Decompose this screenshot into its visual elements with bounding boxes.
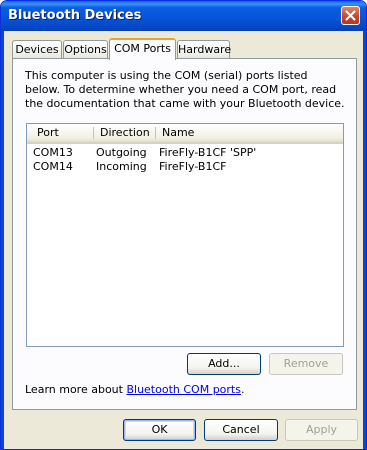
bluetooth-devices-dialog: Bluetooth Devices Devices Options COM Po… <box>0 0 367 450</box>
list-header: Port Direction Name <box>27 124 343 144</box>
learn-more-prefix: Learn more about <box>25 383 127 396</box>
list-row[interactable]: COM13 Outgoing FireFly-B1CF 'SPP' <box>27 146 343 160</box>
row-name: FireFly-B1CF 'SPP' <box>159 146 257 159</box>
tab-devices[interactable]: Devices <box>12 40 62 58</box>
tab-com-ports[interactable]: COM Ports <box>109 38 176 60</box>
column-header-port[interactable]: Port <box>31 124 91 142</box>
com-ports-panel: This computer is using the COM (serial) … <box>12 58 357 410</box>
remove-button[interactable]: Remove <box>269 353 343 375</box>
column-header-direction[interactable]: Direction <box>94 124 154 142</box>
tab-options[interactable]: Options <box>63 40 108 58</box>
add-button[interactable]: Add... <box>187 353 261 375</box>
title-bar[interactable]: Bluetooth Devices <box>1 1 366 31</box>
row-port: COM14 <box>33 160 73 173</box>
list-row[interactable]: COM14 Incoming FireFly-B1CF <box>27 160 343 174</box>
window-border-right <box>363 31 366 449</box>
row-name: FireFly-B1CF <box>159 160 227 173</box>
close-icon <box>345 10 356 21</box>
row-direction: Outgoing <box>96 146 147 159</box>
cancel-button[interactable]: Cancel <box>204 419 278 441</box>
ok-button[interactable]: OK <box>123 419 196 441</box>
bluetooth-com-ports-link[interactable]: Bluetooth COM ports <box>126 383 241 396</box>
row-direction: Incoming <box>96 160 147 173</box>
close-button[interactable] <box>341 6 360 25</box>
tab-hardware[interactable]: Hardware <box>177 40 231 58</box>
row-port: COM13 <box>33 146 73 159</box>
learn-more-text: Learn more about Bluetooth COM ports. <box>25 383 244 396</box>
window-border-left <box>1 31 4 449</box>
column-header-name[interactable]: Name <box>156 124 276 142</box>
com-ports-list[interactable]: Port Direction Name COM13 Outgoing FireF… <box>26 123 344 347</box>
apply-button[interactable]: Apply <box>285 419 358 441</box>
learn-more-suffix: . <box>240 383 245 396</box>
window-title: Bluetooth Devices <box>8 8 142 23</box>
com-ports-description: This computer is using the COM (serial) … <box>25 69 345 110</box>
